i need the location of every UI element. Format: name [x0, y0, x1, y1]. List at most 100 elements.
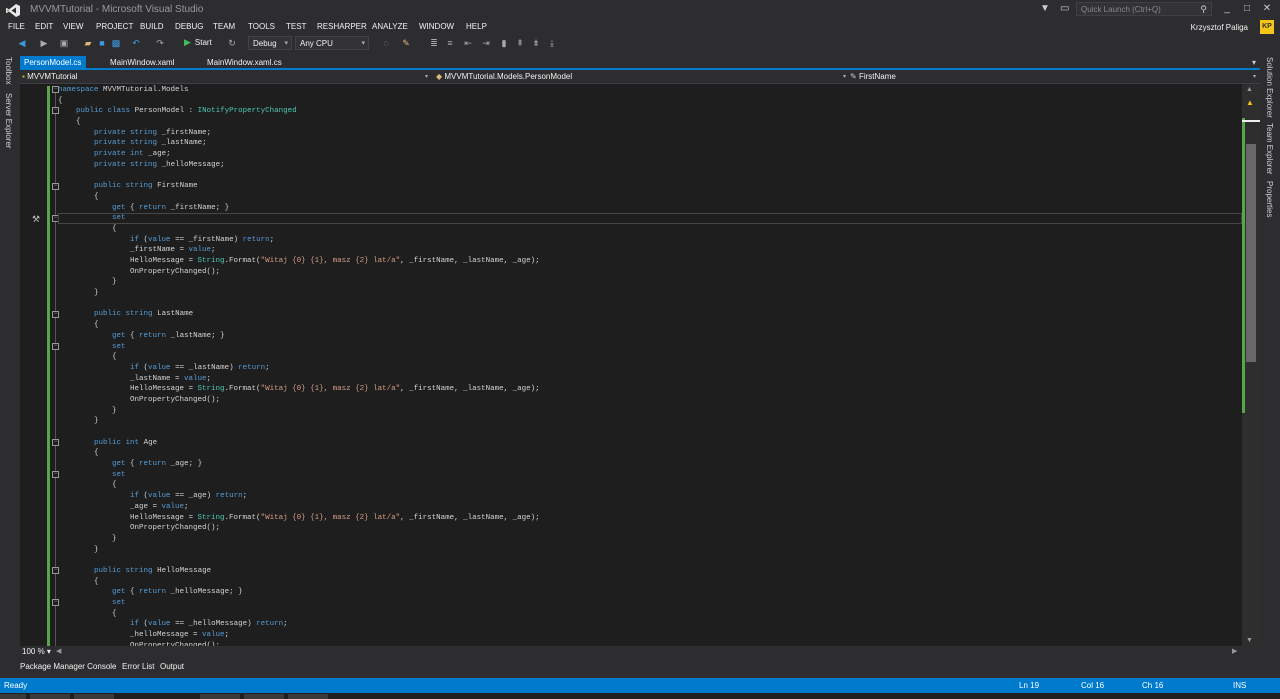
code-line[interactable]: OnPropertyChanged();: [58, 523, 540, 534]
tab-mainwindow-xaml[interactable]: MainWindow.xaml: [106, 56, 178, 70]
code-line[interactable]: public int Age: [58, 438, 540, 449]
menu-resharper[interactable]: RESHARPER: [317, 22, 367, 31]
next-bookmark-icon[interactable]: ⇟: [530, 37, 542, 49]
code-line[interactable]: [58, 299, 540, 310]
code-line[interactable]: get { return _firstName; }: [58, 203, 540, 214]
tab-package-manager-console[interactable]: Package Manager Console: [20, 662, 117, 671]
taskbar-item[interactable]: [244, 694, 284, 699]
chevron-down-icon[interactable]: ▾: [1252, 58, 1256, 67]
menu-help[interactable]: HELP: [466, 22, 487, 31]
code-line[interactable]: if (value == _firstName) return;: [58, 235, 540, 246]
code-line[interactable]: public string LastName: [58, 309, 540, 320]
code-editor[interactable]: ⚒ − − − − − − − − − − namespace MVVMTuto…: [20, 84, 1242, 646]
menu-build[interactable]: BUILD: [140, 22, 164, 31]
tab-mainwindow-xaml-cs[interactable]: MainWindow.xaml.cs: [203, 56, 286, 70]
code-line[interactable]: set: [58, 598, 540, 609]
open-file-icon[interactable]: ▰: [82, 37, 94, 49]
code-line[interactable]: _lastName = value;: [58, 374, 540, 385]
code-line[interactable]: {: [58, 117, 540, 128]
refresh-icon[interactable]: ↻: [226, 37, 238, 49]
code-line[interactable]: _firstName = value;: [58, 245, 540, 256]
server-explorer-tab[interactable]: Server Explorer: [4, 93, 13, 149]
menu-debug[interactable]: DEBUG: [175, 22, 203, 31]
code-line[interactable]: if (value == _age) return;: [58, 491, 540, 502]
code-line[interactable]: OnPropertyChanged();: [58, 395, 540, 406]
code-line[interactable]: {: [58, 480, 540, 491]
code-line[interactable]: if (value == _lastName) return;: [58, 363, 540, 374]
code-line[interactable]: {: [58, 448, 540, 459]
code-line[interactable]: [58, 427, 540, 438]
code-line[interactable]: get { return _age; }: [58, 459, 540, 470]
code-line[interactable]: HelloMessage = String.Format("Witaj {0} …: [58, 513, 540, 524]
code-text[interactable]: namespace MVVMTutorial.Models{ public cl…: [58, 85, 540, 646]
code-line[interactable]: {: [58, 352, 540, 363]
code-line[interactable]: }: [58, 416, 540, 427]
code-line[interactable]: private string _firstName;: [58, 128, 540, 139]
tab-personmodel-cs[interactable]: PersonModel.cs: [20, 56, 86, 70]
code-line[interactable]: _helloMessage = value;: [58, 630, 540, 641]
quick-launch-input[interactable]: Quick Launch (Ctrl+Q) ⚲: [1076, 2, 1212, 16]
menu-team[interactable]: TEAM: [213, 22, 235, 31]
code-line[interactable]: private int _age;: [58, 149, 540, 160]
uncomment-icon[interactable]: ≡: [444, 37, 456, 49]
attach-icon[interactable]: ◌: [380, 37, 392, 49]
code-line[interactable]: {: [58, 224, 540, 235]
class-combo[interactable]: ◆ MVVMTutorial.Models.PersonModel ▾: [436, 72, 848, 83]
hammer-icon[interactable]: ⚒: [32, 214, 40, 225]
code-line[interactable]: if (value == _helloMessage) return;: [58, 619, 540, 630]
user-name[interactable]: Krzysztof Paliga: [1191, 23, 1248, 32]
decrease-indent-icon[interactable]: ⇤: [462, 37, 474, 49]
save-all-icon[interactable]: ▩: [110, 37, 122, 49]
undo-icon[interactable]: ↶: [130, 37, 142, 49]
code-line[interactable]: }: [58, 288, 540, 299]
scroll-right-icon[interactable]: ▶: [1232, 647, 1237, 655]
scroll-thumb[interactable]: [1246, 144, 1256, 362]
taskbar-item[interactable]: [288, 694, 328, 699]
redo-icon[interactable]: ↷: [154, 37, 166, 49]
horizontal-scrollbar[interactable]: 100 % ▾ ◀ ▶: [20, 646, 1260, 658]
code-line[interactable]: get { return _helloMessage; }: [58, 587, 540, 598]
menu-edit[interactable]: EDIT: [35, 22, 53, 31]
avatar[interactable]: KP: [1260, 20, 1274, 34]
code-line[interactable]: }: [58, 534, 540, 545]
taskbar-item[interactable]: [200, 694, 240, 699]
taskbar-item[interactable]: [30, 694, 70, 699]
code-line[interactable]: get { return _lastName; }: [58, 331, 540, 342]
solution-platform-combo[interactable]: Any CPU ▾: [295, 36, 369, 50]
code-line[interactable]: public string HelloMessage: [58, 566, 540, 577]
find-in-files-icon[interactable]: ✎: [400, 37, 412, 49]
code-line[interactable]: public class PersonModel : INotifyProper…: [58, 106, 540, 117]
maximize-icon[interactable]: □: [1240, 3, 1254, 15]
code-line[interactable]: OnPropertyChanged();: [58, 267, 540, 278]
navigate-forward-icon[interactable]: ▶: [38, 37, 50, 49]
menu-tools[interactable]: TOOLS: [248, 22, 275, 31]
warning-icon[interactable]: ▲: [1246, 98, 1254, 107]
menu-project[interactable]: PROJECT: [96, 22, 133, 31]
code-line[interactable]: private string _lastName;: [58, 138, 540, 149]
bookmark-icon[interactable]: ▮: [498, 37, 510, 49]
zoom-level-combo[interactable]: 100 % ▾: [22, 647, 51, 656]
save-icon[interactable]: ■: [96, 37, 108, 49]
team-explorer-tab[interactable]: Team Explorer: [1265, 123, 1274, 175]
code-line[interactable]: {: [58, 96, 540, 107]
scroll-left-icon[interactable]: ◀: [56, 647, 61, 655]
code-line[interactable]: HelloMessage = String.Format("Witaj {0} …: [58, 256, 540, 267]
glyph-margin[interactable]: [20, 84, 46, 646]
menu-test[interactable]: TEST: [286, 22, 306, 31]
code-line[interactable]: [58, 171, 540, 182]
member-combo[interactable]: ✎ FirstName ▾: [850, 72, 1258, 83]
close-icon[interactable]: ✕: [1260, 3, 1274, 15]
toolbox-tab[interactable]: Toolbox: [4, 57, 13, 85]
feedback-icon[interactable]: ▭: [1060, 3, 1072, 15]
menu-file[interactable]: FILE: [8, 22, 25, 31]
code-line[interactable]: {: [58, 320, 540, 331]
code-line[interactable]: namespace MVVMTutorial.Models: [58, 85, 540, 96]
clear-bookmarks-icon[interactable]: ⤓: [546, 37, 558, 49]
code-line[interactable]: private string _helloMessage;: [58, 160, 540, 171]
taskbar-item[interactable]: [0, 694, 26, 699]
code-line[interactable]: }: [58, 406, 540, 417]
start-debugging-button[interactable]: ▶ Start: [184, 37, 212, 49]
minimize-icon[interactable]: _: [1220, 3, 1234, 15]
notifications-flag-icon[interactable]: ▼: [1040, 3, 1050, 15]
tab-output[interactable]: Output: [160, 662, 184, 671]
